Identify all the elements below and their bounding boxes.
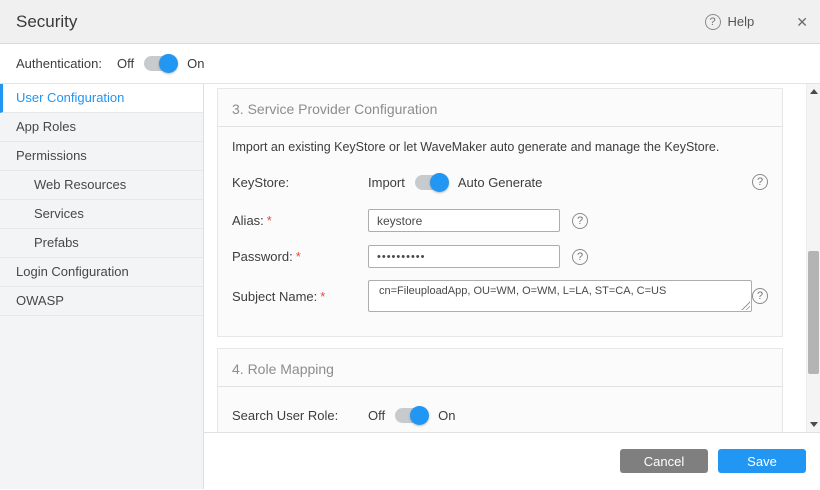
subject-name-textarea[interactable]: cn=FileuploadApp, OU=WM, O=WM, L=LA, ST=…	[368, 280, 752, 312]
scrollbar-thumb[interactable]	[808, 251, 819, 374]
dialog-footer: Cancel Save	[204, 432, 820, 489]
authentication-toggle[interactable]	[144, 56, 177, 71]
help-link[interactable]: Help	[728, 14, 755, 29]
keystore-help-icon[interactable]: ?	[752, 174, 768, 190]
subject-name-help-icon[interactable]: ?	[752, 288, 768, 304]
authentication-row: Authentication: Off On	[0, 44, 820, 84]
alias-label: Alias:*	[232, 213, 368, 228]
search-user-role-on-label: On	[438, 408, 455, 423]
page-title: Security	[16, 12, 77, 32]
password-label: Password:*	[232, 249, 368, 264]
service-provider-configuration-section: 3. Service Provider Configuration Import…	[217, 88, 783, 337]
keystore-label: KeyStore:	[232, 175, 368, 190]
sidebar-item-prefabs[interactable]: Prefabs	[0, 229, 203, 258]
help-icon[interactable]: ?	[705, 14, 721, 30]
main-content: 3. Service Provider Configuration Import…	[204, 84, 820, 489]
role-mapping-section: 4. Role Mapping Search User Role: Off On	[217, 348, 783, 432]
toggle-knob	[159, 54, 178, 73]
search-user-role-toggle[interactable]	[395, 408, 428, 423]
search-user-role-label: Search User Role:	[232, 408, 368, 423]
keystore-description: Import an existing KeyStore or let WaveM…	[232, 140, 768, 154]
password-help-icon[interactable]: ?	[572, 249, 588, 265]
toggle-knob	[410, 406, 429, 425]
authentication-on-label: On	[187, 56, 204, 71]
vertical-scrollbar[interactable]	[806, 84, 820, 432]
section-title: 3. Service Provider Configuration	[218, 101, 782, 127]
sidebar-item-web-resources[interactable]: Web Resources	[0, 171, 203, 200]
scroll-down-icon[interactable]	[810, 422, 818, 427]
subject-name-label: Subject Name:*	[232, 289, 368, 304]
alias-input[interactable]	[368, 209, 560, 232]
subject-name-row: Subject Name:* cn=FileuploadApp, OU=WM, …	[232, 280, 768, 312]
alias-row: Alias:* ?	[232, 209, 768, 232]
sidebar-item-owasp[interactable]: OWASP	[0, 287, 203, 316]
subject-name-field-wrap: cn=FileuploadApp, OU=WM, O=WM, L=LA, ST=…	[368, 280, 752, 312]
header-actions: ? Help ✕	[705, 14, 808, 30]
save-button[interactable]: Save	[718, 449, 806, 473]
sidebar-item-user-configuration[interactable]: User Configuration	[0, 84, 203, 113]
settings-scroll-area: 3. Service Provider Configuration Import…	[204, 84, 806, 432]
dialog-header: Security ? Help ✕	[0, 0, 820, 44]
keystore-auto-generate-label: Auto Generate	[458, 175, 543, 190]
toggle-knob	[430, 173, 449, 192]
keystore-import-label: Import	[368, 175, 405, 190]
keystore-toggle[interactable]	[415, 175, 448, 190]
password-row: Password:* ?	[232, 245, 768, 268]
scroll-up-icon[interactable]	[810, 89, 818, 94]
sidebar-item-app-roles[interactable]: App Roles	[0, 113, 203, 142]
required-marker: *	[267, 213, 272, 228]
dialog-body: User Configuration App Roles Permissions…	[0, 84, 820, 489]
section-title: 4. Role Mapping	[218, 361, 782, 387]
search-user-role-row: Search User Role: Off On	[232, 403, 768, 427]
sidebar-item-services[interactable]: Services	[0, 200, 203, 229]
password-input[interactable]	[368, 245, 560, 268]
sidebar: User Configuration App Roles Permissions…	[0, 84, 204, 489]
authentication-off-label: Off	[117, 56, 134, 71]
security-dialog: Security ? Help ✕ Authentication: Off On…	[0, 0, 820, 490]
keystore-row: KeyStore: Import Auto Generate ?	[232, 170, 768, 194]
sidebar-item-permissions[interactable]: Permissions	[0, 142, 203, 171]
required-marker: *	[320, 289, 325, 304]
cancel-button[interactable]: Cancel	[620, 449, 708, 473]
authentication-label: Authentication:	[16, 56, 102, 71]
close-icon[interactable]: ✕	[796, 15, 808, 29]
required-marker: *	[296, 249, 301, 264]
sidebar-item-login-configuration[interactable]: Login Configuration	[0, 258, 203, 287]
search-user-role-off-label: Off	[368, 408, 385, 423]
alias-help-icon[interactable]: ?	[572, 213, 588, 229]
